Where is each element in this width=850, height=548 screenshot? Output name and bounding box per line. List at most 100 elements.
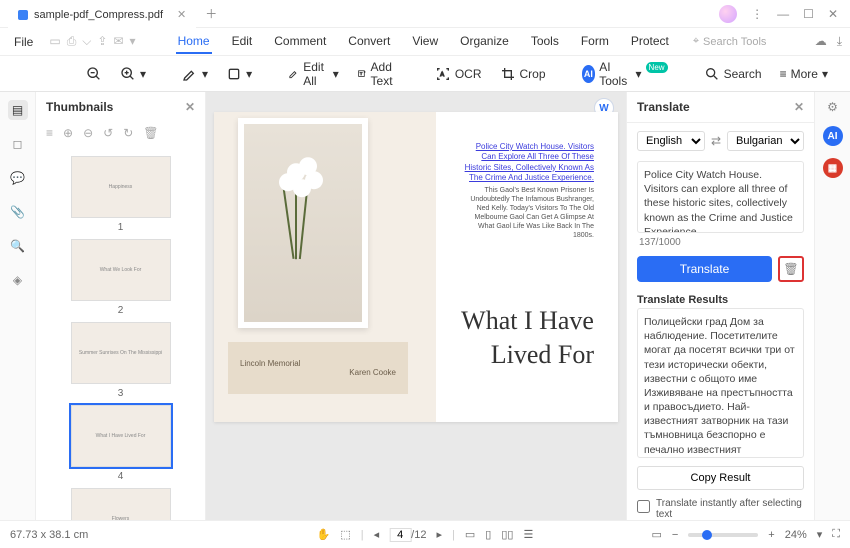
more-button[interactable]: ≡More▾	[774, 63, 834, 85]
page-view[interactable]: Lincoln Memorial Karen Cooke Police City…	[214, 112, 618, 422]
selected-text[interactable]: Police City Watch House. Visitors Can Ex…	[460, 142, 594, 184]
copy-result-button[interactable]: Copy Result	[637, 466, 804, 490]
swap-languages-icon[interactable]: ⇄	[711, 134, 721, 148]
app-badge-icon[interactable]: ▦	[823, 158, 843, 178]
menu-convert[interactable]: Convert	[346, 30, 392, 54]
char-counter: 137/1000	[627, 235, 814, 250]
thumb-zoomin-icon[interactable]: ⊕	[63, 126, 73, 140]
thumb-rotate-l-icon[interactable]: ↺	[103, 126, 113, 140]
menu-view[interactable]: View	[410, 30, 440, 54]
page-total: /12	[411, 529, 426, 541]
document-tab[interactable]: sample-pdf_Compress.pdf ✕	[8, 4, 196, 28]
ai-icon: AI	[582, 65, 596, 83]
fit-page-icon[interactable]: ▯	[485, 528, 491, 541]
sidebar-attachments[interactable]: 📎	[8, 202, 28, 222]
menu-protect[interactable]: Protect	[629, 30, 671, 54]
translate-close-icon[interactable]: ✕	[794, 100, 804, 114]
page-title: What I Have Lived For	[460, 304, 594, 372]
tab-close-icon[interactable]: ✕	[177, 8, 186, 21]
shape-button[interactable]: ▾	[220, 62, 258, 86]
search-tools[interactable]: ⌖ Search Tools	[693, 35, 767, 48]
fit-width-icon[interactable]: ▭	[465, 528, 475, 541]
sidebar-comments[interactable]: 💬	[8, 168, 28, 188]
ocr-button[interactable]: AOCR	[429, 62, 488, 86]
dropdown-icon[interactable]: ▾	[130, 34, 136, 49]
translate-button[interactable]: Translate	[637, 256, 772, 282]
results-label: Translate Results	[627, 288, 814, 308]
read-mode-icon[interactable]: ▭	[651, 528, 661, 541]
cloud-icon[interactable]: ☁	[815, 34, 827, 49]
page-number-input[interactable]	[389, 528, 411, 542]
zoom-out-button[interactable]	[80, 62, 108, 86]
next-page-icon[interactable]: ▸	[436, 528, 442, 541]
tab-title: sample-pdf_Compress.pdf	[34, 9, 163, 21]
zoom-out-icon[interactable]: −	[672, 529, 678, 541]
edit-all-button[interactable]: Edit All▾	[282, 56, 345, 92]
translate-title: Translate	[637, 100, 690, 114]
caption-card: Lincoln Memorial Karen Cooke	[228, 342, 408, 394]
menu-tools[interactable]: Tools	[529, 30, 561, 54]
prev-page-icon[interactable]: ◂	[374, 528, 380, 541]
select-tool-icon[interactable]: ⬚	[340, 528, 350, 541]
thumb-list-icon[interactable]: ≡	[46, 126, 53, 140]
menu-comment[interactable]: Comment	[272, 30, 328, 54]
caption-top: Lincoln Memorial	[240, 359, 396, 368]
sidebar-search[interactable]: 🔍	[8, 236, 28, 256]
zoom-value[interactable]: 24%	[785, 529, 807, 541]
thumbnail-page-1[interactable]: Happiness1	[71, 156, 171, 233]
hamburger-icon: ≡	[780, 67, 787, 81]
zoom-in-icon[interactable]: +	[768, 529, 774, 541]
two-page-icon[interactable]: ▯▯	[501, 528, 513, 541]
caption-bottom: Karen Cooke	[240, 368, 396, 377]
sidebar-layers[interactable]: ◈	[8, 270, 28, 290]
crop-button[interactable]: Crop	[494, 62, 552, 86]
delete-translation-button[interactable]: 🗑	[778, 256, 804, 282]
continuous-icon[interactable]: ☰	[523, 528, 533, 541]
menu-edit[interactable]: Edit	[230, 30, 255, 54]
thumbnail-page-3[interactable]: Summer Sunrises On The Mississippi3	[71, 322, 171, 399]
add-text-button[interactable]: TAdd Text	[351, 56, 405, 92]
thumbnails-close-icon[interactable]: ✕	[185, 100, 195, 114]
wand-icon: ⌖	[693, 35, 699, 48]
ai-tools-button[interactable]: AIAI Tools▾New	[576, 56, 674, 92]
ai-assistant-icon[interactable]: AI	[823, 126, 843, 146]
thumbnail-page-4[interactable]: What I Have Lived For4	[71, 405, 171, 482]
menu-home[interactable]: Home	[176, 30, 212, 54]
source-language-select[interactable]: English	[637, 131, 705, 151]
file-menu[interactable]: File	[8, 35, 39, 49]
status-coords: 67.73 x 38.1 cm	[10, 529, 88, 541]
thumb-zoomout-icon[interactable]: ⊖	[83, 126, 93, 140]
kebab-icon[interactable]: ⋮	[751, 7, 763, 21]
thumb-rotate-r-icon[interactable]: ↻	[123, 126, 133, 140]
settings-icon[interactable]: ⚙	[827, 100, 838, 114]
translate-input[interactable]: Police City Watch House. Visitors can ex…	[637, 161, 804, 233]
new-tab-button[interactable]: ＋	[200, 3, 222, 25]
zoom-slider[interactable]	[688, 533, 758, 537]
zoom-in-button[interactable]: ▾	[114, 62, 152, 86]
close-button[interactable]: ✕	[828, 7, 838, 21]
thumbnail-page-2[interactable]: What We Look For2	[71, 239, 171, 316]
maximize-button[interactable]: ☐	[803, 7, 814, 21]
search-button[interactable]: Search	[698, 62, 768, 86]
mail-icon[interactable]: ✉	[113, 34, 123, 49]
open-icon[interactable]: ▭	[49, 34, 60, 49]
print-icon[interactable]: ⌵	[82, 34, 91, 49]
thumb-delete-icon[interactable]: 🗑	[143, 126, 158, 140]
sidebar-bookmarks[interactable]: ◻	[8, 134, 28, 154]
svg-text:A: A	[440, 72, 444, 78]
menu-organize[interactable]: Organize	[458, 30, 511, 54]
fullscreen-icon[interactable]: ⛶	[832, 528, 840, 541]
translate-result[interactable]: Полицейски град Дом за наблюдение. Посет…	[637, 308, 804, 458]
instant-translate-checkbox[interactable]	[637, 500, 650, 513]
ai-orb-icon[interactable]	[719, 5, 737, 23]
highlighter-button[interactable]: ▾	[176, 62, 214, 86]
hand-tool-icon[interactable]: ✋	[317, 528, 331, 541]
save-icon[interactable]: ⎙	[67, 34, 77, 49]
app-icon	[18, 10, 28, 20]
share-icon[interactable]: ⇪	[97, 34, 107, 49]
target-language-select[interactable]: Bulgarian	[727, 131, 804, 151]
menu-form[interactable]: Form	[579, 30, 611, 54]
bell-icon[interactable]: ⤓	[837, 34, 842, 49]
sidebar-thumbnails[interactable]: ▤	[8, 100, 28, 120]
minimize-button[interactable]: —	[777, 7, 789, 21]
